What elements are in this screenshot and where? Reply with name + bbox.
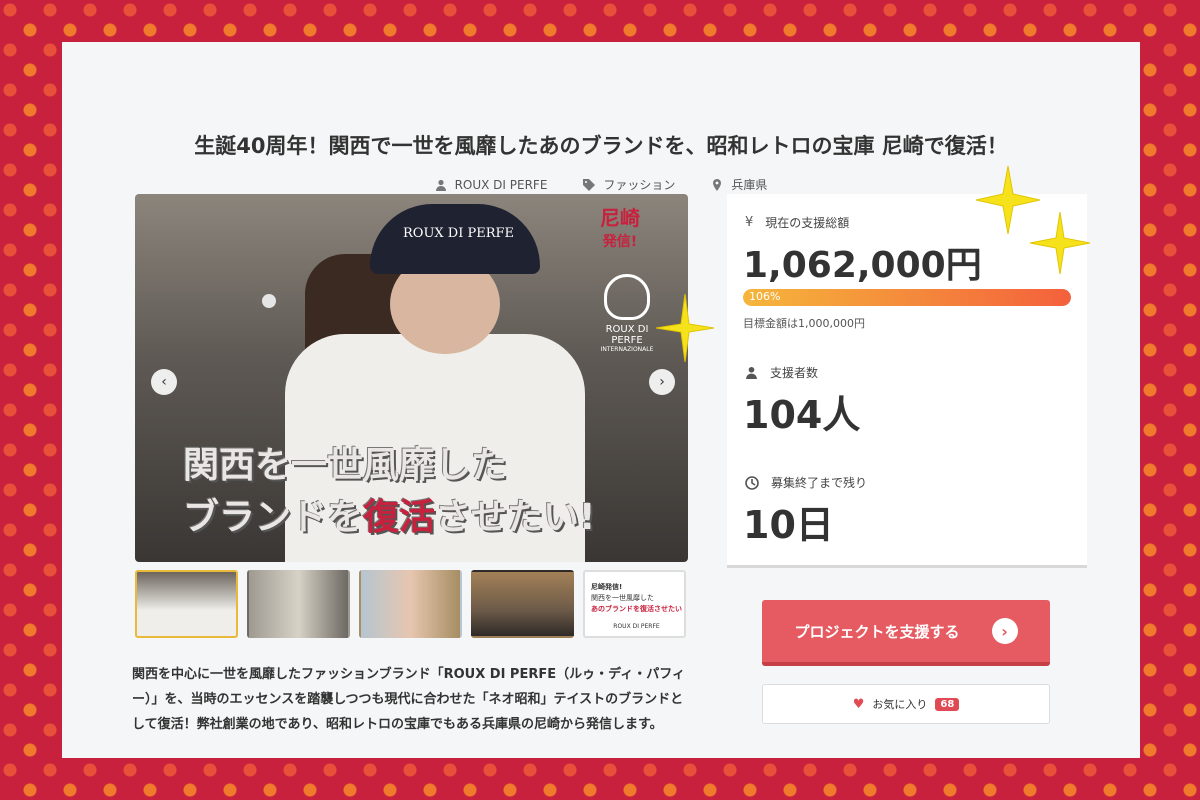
map-pin-icon <box>713 178 722 191</box>
yen-icon: ¥ <box>745 215 754 230</box>
thumbnail-5-line2: 関西を一世風靡した <box>591 594 654 602</box>
favorite-count-badge: 68 <box>935 697 960 711</box>
remaining-label: 募集終了まで残り <box>771 476 868 490</box>
funding-progress-fill <box>743 289 1071 306</box>
meta-owner-label: ROUX DI PERFE <box>454 177 548 192</box>
hero-badge-line2: 発信! <box>602 234 638 250</box>
brand-logo-sub: INTERNAZIONALE <box>600 346 654 353</box>
user-icon <box>435 179 446 191</box>
supporters-label: 支援者数 <box>770 366 819 380</box>
meta-location-label: 兵庫県 <box>731 178 768 192</box>
amount-label: 現在の支援総額 <box>765 216 850 230</box>
brand-logo-mark-icon <box>604 274 650 320</box>
meta-location[interactable]: 兵庫県 <box>711 176 767 193</box>
supporters-label-row: 支援者数 <box>745 364 818 381</box>
meta-category[interactable]: ファッション <box>583 176 675 193</box>
sparkle-icon <box>655 293 715 366</box>
brand-logo: ROUX DI PERFE INTERNAZIONALE <box>590 274 664 368</box>
support-project-label: プロジェクトを支援する <box>794 622 960 641</box>
supporters-value: 104人 <box>743 393 861 437</box>
project-title: 生誕40周年！関西で一世を風靡したあのブランドを、昭和レトロの宝庫 尼崎で復活！ <box>194 134 1008 158</box>
thumbnail-1[interactable] <box>135 570 238 638</box>
thumbnail-strip: 尼崎発信! 関西を一世風靡した あのブランドを復活させたい ROUX DI PE… <box>135 570 686 638</box>
thumbnail-5[interactable]: 尼崎発信! 関西を一世風靡した あのブランドを復活させたい ROUX DI PE… <box>583 570 686 638</box>
meta-owner[interactable]: ROUX DI PERFE <box>435 176 548 193</box>
hero-headline-line1: 関西を一世風靡した <box>183 445 508 486</box>
thumbnail-5-line1: 尼崎発信! <box>591 583 623 591</box>
funding-progress-percent: 106% <box>749 290 781 303</box>
clock-icon <box>745 475 759 490</box>
amount-label-row: ¥ 現在の支援総額 <box>745 214 849 231</box>
hero-headline-line2: ブランドを復活させたい! <box>183 492 595 544</box>
thumbnail-5-brand: ROUX DI PERFE <box>613 623 660 630</box>
tag-icon <box>583 178 596 191</box>
user-icon <box>746 366 757 379</box>
hero-badge: 尼崎 発信! <box>587 206 653 256</box>
hero-headline-line2-pre: ブランドを <box>183 497 364 538</box>
remaining-label-row: 募集終了まで残り <box>745 474 867 491</box>
carousel-next-button[interactable]: › <box>649 369 675 395</box>
meta-category-label: ファッション <box>603 178 676 192</box>
hero-cap-text: ROUX DI PERFE <box>403 226 515 241</box>
chevron-right-icon: › <box>991 618 1018 644</box>
thumbnail-4[interactable] <box>471 570 574 638</box>
goal-amount-text: 目標金額は1,000,000円 <box>743 317 865 330</box>
amount-value: 1,062,000円 <box>743 245 982 286</box>
hero-headline: 関西を一世風靡した ブランドを復活させたい! <box>183 440 595 544</box>
sparkle-icon <box>1029 211 1091 278</box>
thumbnail-3[interactable] <box>359 570 462 638</box>
carousel-indicator-dot[interactable] <box>262 294 276 308</box>
carousel-prev-button[interactable]: ‹ <box>151 369 177 395</box>
remaining-value: 10日 <box>743 503 834 547</box>
hero-headline-line2-post: させたい! <box>435 497 596 538</box>
thumbnail-5-text: 尼崎発信! 関西を一世風靡した あのブランドを復活させたい ROUX DI PE… <box>591 582 682 632</box>
heart-icon: ♥ <box>852 696 865 712</box>
brand-logo-text: ROUX DI PERFE <box>605 324 649 346</box>
hero-badge-line1: 尼崎 <box>600 206 640 230</box>
project-card: 生誕40周年！関西で一世を風靡したあのブランドを、昭和レトロの宝庫 尼崎で復活！… <box>62 42 1140 758</box>
thumbnail-5-line3: あのブランドを復活させたい <box>591 605 682 613</box>
funding-progress-bar: 106% <box>743 289 1071 306</box>
hero-image-carousel[interactable]: ROUX DI PERFE 尼崎 発信! ROUX DI PERFE INTER… <box>135 194 688 562</box>
support-project-button[interactable]: プロジェクトを支援する › <box>762 600 1050 666</box>
hero-headline-accent: 復活 <box>363 497 436 538</box>
thumbnail-2[interactable] <box>247 570 350 638</box>
favorite-button[interactable]: ♥ お気に入り 68 <box>762 684 1050 724</box>
favorite-label: お気に入り <box>872 698 928 711</box>
project-description: 関西を中心に一世を風靡したファッションブランド「ROUX DI PERFE（ルゥ… <box>132 667 685 732</box>
